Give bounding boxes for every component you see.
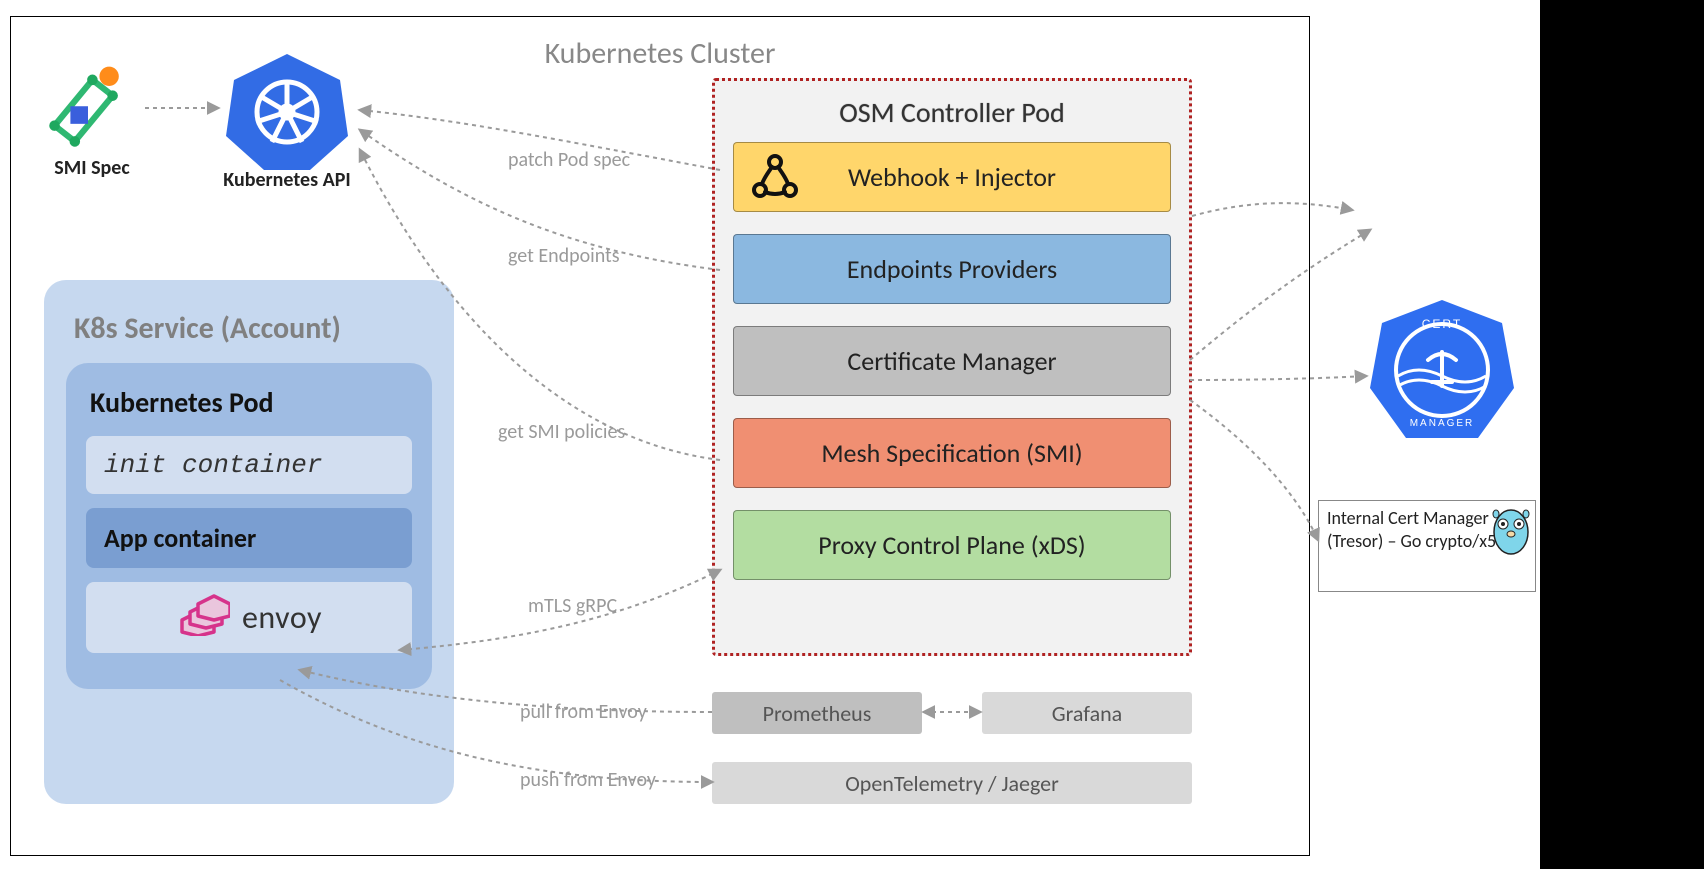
tresor-label: Internal Cert Manager (Tresor) – Go cryp… <box>1327 507 1514 552</box>
k8s-service-title: K8s Service (Account) <box>74 310 424 347</box>
svg-text:MANAGER: MANAGER <box>1410 418 1475 429</box>
certmgr-label: Certificate Manager <box>847 345 1056 377</box>
viewer-dark-background <box>1540 0 1704 869</box>
edge-label-get-endpoints: get Endpoints <box>508 244 620 268</box>
prometheus-label: Prometheus <box>763 700 872 727</box>
init-container-box: init container <box>86 436 412 494</box>
kubernetes-api-icon <box>222 50 352 170</box>
smi-spec-label: SMI Spec <box>44 156 140 180</box>
webhook-icon <box>748 150 802 204</box>
envoy-sidecar-box: envoy <box>86 582 412 653</box>
osm-controller-title: OSM Controller Pod <box>733 95 1171 130</box>
go-gopher-icon <box>1490 504 1532 556</box>
endpoints-label: Endpoints Providers <box>847 253 1057 285</box>
grafana-label: Grafana <box>1052 700 1122 727</box>
kubernetes-api-label: Kubernetes API <box>212 168 362 192</box>
edge-label-mtls-grpc: mTLS gRPC <box>528 594 617 618</box>
edge-label-push-from-envoy: push from Envoy <box>520 768 656 792</box>
edge-label-pull-from-envoy: pull from Envoy <box>520 700 647 724</box>
envoy-icon <box>176 592 230 643</box>
edge-label-patch-pod-spec: patch Pod spec <box>508 148 630 172</box>
edge-label-get-smi-policies: get SMI policies <box>498 420 625 444</box>
envoy-label: envoy <box>242 598 322 637</box>
proxy-label: Proxy Control Plane (xDS) <box>818 529 1085 561</box>
cluster-title: Kubernetes Cluster <box>545 35 776 72</box>
mesh-label: Mesh Specification (SMI) <box>821 437 1082 469</box>
app-container-box: App container <box>86 508 412 568</box>
endpoints-providers-box: Endpoints Providers <box>733 234 1171 304</box>
certificate-manager-box: Certificate Manager <box>733 326 1171 396</box>
osm-controller-pod-box: OSM Controller Pod Webhook + Injector En… <box>712 78 1192 656</box>
mesh-specification-box: Mesh Specification (SMI) <box>733 418 1171 488</box>
grafana-box: Grafana <box>982 692 1192 734</box>
otel-label: OpenTelemetry / Jaeger <box>845 770 1059 797</box>
k8s-service-account-panel: K8s Service (Account) Kubernetes Pod ini… <box>44 280 454 804</box>
prometheus-box: Prometheus <box>712 692 922 734</box>
proxy-control-plane-box: Proxy Control Plane (xDS) <box>733 510 1171 580</box>
smi-spec-icon <box>44 64 132 152</box>
svg-text:CERT: CERT <box>1422 317 1462 331</box>
cert-manager-badge-icon: CERT MANAGER <box>1368 298 1516 446</box>
webhook-injector-box: Webhook + Injector <box>733 142 1171 212</box>
kubernetes-pod-panel: Kubernetes Pod init container App contai… <box>66 363 432 689</box>
webhook-label: Webhook + Injector <box>848 161 1056 193</box>
opentelemetry-jaeger-box: OpenTelemetry / Jaeger <box>712 762 1192 804</box>
kubernetes-pod-title: Kubernetes Pod <box>90 385 408 420</box>
